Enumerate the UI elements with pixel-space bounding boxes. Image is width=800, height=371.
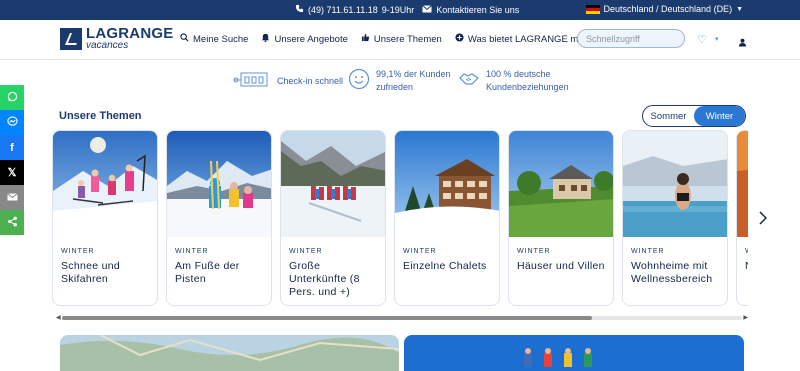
- messenger-icon: [6, 115, 18, 130]
- features-strip: Check-in schnell 99,1% der Kunden zufrie…: [0, 60, 800, 100]
- carousel-next-chevron-icon[interactable]: [759, 211, 768, 228]
- search-placeholder: Schnellzugriff: [586, 34, 640, 44]
- language-label: Deutschland / Deutschland (DE): [603, 4, 733, 14]
- whatsapp-share-button[interactable]: [0, 85, 24, 110]
- smiley-icon: [348, 68, 370, 94]
- toggle-sommer[interactable]: Sommer: [643, 106, 694, 126]
- card-image-skiers: [53, 131, 157, 237]
- logo-mark-icon: [60, 27, 82, 50]
- nav-label: Meine Suche: [193, 33, 249, 45]
- feature-line2: zufrieden: [376, 81, 414, 92]
- section-title: Unsere Themen: [59, 110, 142, 122]
- theme-card[interactable]: WINTER Wohnheime mit Wellnessbereich: [622, 130, 728, 306]
- phone-link[interactable]: (49) 711.61.11.18 9-19Uhr: [295, 4, 414, 15]
- scroll-right-arrow-icon[interactable]: ▶: [743, 314, 748, 321]
- theme-card[interactable]: WINTER Einzelne Chalets: [394, 130, 500, 306]
- phone-number: (49) 711.61.11.18: [308, 4, 378, 15]
- card-title: Große Unterkünfte (8 Pers. und +): [289, 260, 360, 299]
- logo-main-text: LAGRANGE: [86, 25, 174, 42]
- card-title: N: [745, 260, 748, 273]
- card-image-slopes: [167, 131, 271, 237]
- handshake-icon: [458, 68, 480, 94]
- card-title: Am Fuße der Pisten: [175, 260, 240, 286]
- x-logo-icon: 𝕏: [7, 167, 17, 179]
- facebook-icon: f: [10, 141, 14, 154]
- card-season: WINTER: [517, 248, 551, 255]
- card-image-wellness: [623, 131, 727, 237]
- card-season: WINTER: [403, 248, 437, 255]
- opening-hours: 9-19Uhr: [381, 4, 415, 15]
- feature-line1: 99,1% der Kunden: [376, 69, 451, 80]
- card-title: Wohnheime mit Wellnessbereich: [631, 260, 713, 286]
- promo-tile-sky[interactable]: [404, 335, 744, 371]
- nav-was-bietet[interactable]: Was bietet LAGRANGE mehr?: [455, 33, 597, 45]
- themes-carousel: WINTER Schnee und Skifahren WINTER Am Fu…: [52, 130, 748, 307]
- facebook-share-button[interactable]: f: [0, 135, 24, 160]
- logo-sub-text: vacances: [86, 40, 129, 51]
- feature-checkin: Check-in schnell: [233, 70, 343, 92]
- card-image-group: [281, 131, 385, 237]
- thumb-icon: [361, 33, 370, 45]
- card-image-house: [509, 131, 613, 237]
- card-title: Einzelne Chalets: [403, 260, 487, 272]
- messenger-share-button[interactable]: [0, 110, 24, 135]
- feature-satisfaction: 99,1% der Kunden zufrieden: [348, 68, 451, 94]
- email-share-button[interactable]: [0, 185, 24, 210]
- card-image-chalet: [395, 131, 499, 237]
- carousel-scrollbar[interactable]: ◀ ▶: [56, 314, 748, 322]
- feature-line1: Check-in schnell: [277, 75, 344, 86]
- contact-label: Kontaktieren Sie uns: [436, 4, 520, 15]
- language-selector[interactable]: Deutschland / Deutschland (DE) ▼: [585, 4, 743, 14]
- germany-flag-icon: [585, 4, 600, 14]
- nav-unsere-angebote[interactable]: Unsere Angebote: [261, 33, 348, 45]
- season-toggle: Sommer Winter: [642, 105, 746, 127]
- whatsapp-icon: [7, 91, 18, 105]
- social-share-bar: f 𝕏: [0, 85, 24, 235]
- theme-card[interactable]: WINTER Schnee und Skifahren: [52, 130, 158, 306]
- theme-card[interactable]: WINTER Am Fuße der Pisten: [166, 130, 272, 306]
- feature-line1: 100 % deutsche: [486, 69, 551, 80]
- key-checkin-icon: [233, 70, 271, 92]
- nav-meine-suche[interactable]: Meine Suche: [180, 33, 248, 45]
- nav-label: Unsere Angebote: [274, 33, 348, 45]
- card-season: WINTER: [175, 248, 209, 255]
- favorites-heart-icon[interactable]: ♡: [697, 33, 707, 46]
- nav-label: Unsere Themen: [373, 33, 442, 45]
- contact-link[interactable]: Kontaktieren Sie uns: [422, 5, 519, 15]
- quick-access-input[interactable]: Schnellzugriff: [577, 29, 685, 48]
- map-tile[interactable]: [60, 335, 399, 371]
- share-button[interactable]: [0, 210, 24, 235]
- card-image-autumn: [737, 131, 748, 237]
- card-title: Schnee und Skifahren: [61, 260, 121, 286]
- theme-card[interactable]: WINTER Große Unterkünfte (8 Pers. und +): [280, 130, 386, 306]
- theme-card[interactable]: W N: [736, 130, 748, 306]
- card-season: WINTER: [61, 248, 95, 255]
- theme-card[interactable]: WINTER Häuser und Villen: [508, 130, 614, 306]
- envelope-icon: [6, 192, 18, 204]
- search-icon: [180, 33, 189, 45]
- x-share-button[interactable]: 𝕏: [0, 160, 24, 185]
- feature-german-service: 100 % deutsche Kundenbeziehungen: [458, 68, 569, 94]
- scroll-left-arrow-icon[interactable]: ◀: [56, 314, 61, 321]
- share-icon: [7, 216, 18, 230]
- main-header: LAGRANGE vacances Meine Suche Unsere Ang…: [0, 20, 800, 60]
- mail-icon: [422, 4, 433, 15]
- toggle-winter[interactable]: Winter: [694, 106, 745, 126]
- card-season: W: [745, 248, 748, 255]
- nav-unsere-themen[interactable]: Unsere Themen: [361, 33, 442, 45]
- caret-down-icon: ▼: [736, 5, 743, 13]
- top-bar: (49) 711.61.11.18 9-19Uhr Kontaktieren S…: [0, 0, 800, 20]
- lagrange-logo[interactable]: LAGRANGE vacances: [60, 26, 173, 51]
- feature-line2: Kundenbeziehungen: [486, 81, 569, 92]
- chevron-down-icon[interactable]: ▾: [715, 35, 719, 43]
- plus-circle-icon: [455, 33, 464, 45]
- card-season: WINTER: [289, 248, 323, 255]
- scrollbar-thumb[interactable]: [62, 316, 592, 320]
- main-nav: Meine Suche Unsere Angebote Unsere Theme…: [180, 33, 597, 45]
- phone-icon: [295, 4, 304, 15]
- user-account-icon[interactable]: [738, 34, 747, 52]
- bell-icon: [261, 33, 270, 45]
- card-season: WINTER: [631, 248, 665, 255]
- card-title: Häuser und Villen: [517, 260, 605, 272]
